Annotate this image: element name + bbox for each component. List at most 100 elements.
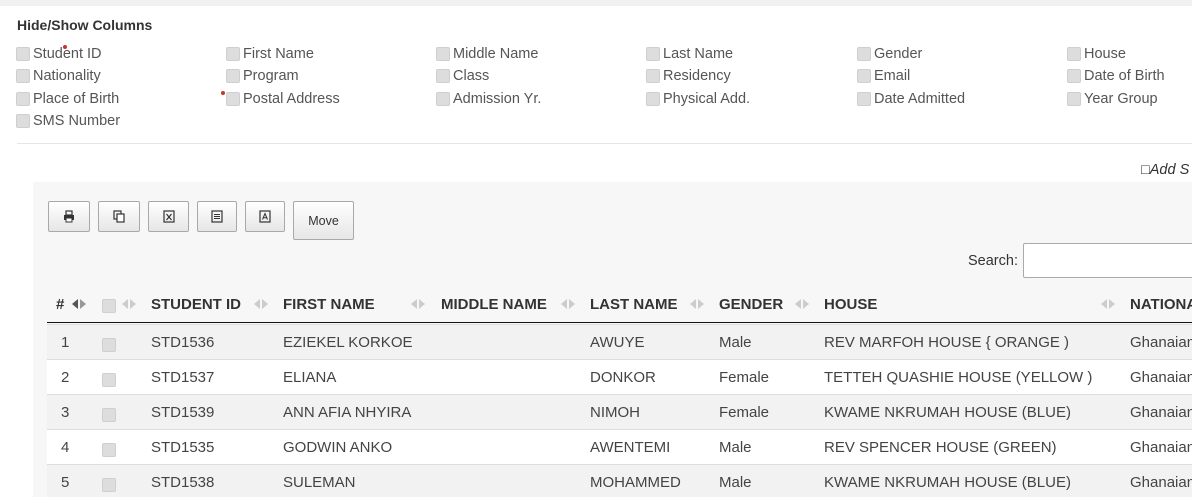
sort-icon[interactable] xyxy=(793,297,811,313)
column-header-7[interactable]: HOUSE xyxy=(824,296,877,313)
toggle-column-15[interactable]: Physical Add. xyxy=(646,91,750,107)
csv-button[interactable] xyxy=(197,201,237,232)
column-header-5[interactable]: LAST NAME xyxy=(590,296,678,313)
toggle-column-4[interactable]: Gender xyxy=(857,46,922,62)
toggle-column-13[interactable]: Postal Address xyxy=(226,91,340,107)
table-row[interactable]: 1 STD1536 EZIEKEL KORKOE AWUYE Male REV MARFO… xyxy=(47,324,1192,359)
column-checkbox-label: Date Admitted xyxy=(874,91,966,107)
table-cell: Ghanaian xyxy=(1130,404,1192,421)
column-checkbox[interactable] xyxy=(16,47,30,61)
table-row[interactable]: 2 STD1537 ELIANA DONKOR Female TETTEH QUASHIE… xyxy=(47,359,1192,394)
column-checkbox[interactable] xyxy=(436,69,450,83)
toggle-column-1[interactable]: First Name xyxy=(226,46,314,62)
column-checkbox[interactable] xyxy=(1067,92,1081,106)
column-header-0[interactable]: # xyxy=(56,296,64,313)
column-checkbox-label: Last Name xyxy=(663,46,734,62)
table-cell: ANN AFIA NHYIRA xyxy=(283,404,412,421)
table-cell: AWENTEMI xyxy=(590,439,671,456)
toggle-column-10[interactable]: Email xyxy=(857,68,910,84)
table-cell: Female xyxy=(719,404,770,421)
toggle-column-9[interactable]: Residency xyxy=(646,68,731,84)
sort-asc-icon[interactable] xyxy=(70,297,88,313)
sort-icon[interactable] xyxy=(1099,297,1117,313)
sort-icon[interactable] xyxy=(688,297,706,313)
excel-icon xyxy=(162,210,175,223)
column-checkbox[interactable] xyxy=(436,47,450,61)
column-header-3[interactable]: FIRST NAME xyxy=(283,296,375,313)
table-row[interactable]: 5 STD1538 SULEMAN MOHAMMED Male KWAME NKRUMAH… xyxy=(47,464,1192,497)
table-cell: REV MARFOH HOUSE { ORANGE ) xyxy=(824,334,1070,351)
column-checkbox[interactable] xyxy=(16,92,30,106)
column-header-4[interactable]: MIDDLE NAME xyxy=(441,296,547,313)
toggle-column-2[interactable]: Middle Name xyxy=(436,46,538,62)
printer-icon xyxy=(64,210,74,223)
column-header-2[interactable]: STUDENT ID xyxy=(151,296,241,313)
column-checkbox-label: Physical Add. xyxy=(663,91,751,107)
toggle-column-8[interactable]: Class xyxy=(436,68,489,84)
search-input[interactable] xyxy=(1023,243,1192,278)
column-checkbox-label: Class xyxy=(453,68,490,84)
move-button[interactable]: Move xyxy=(293,201,354,240)
column-header-6[interactable]: GENDER xyxy=(719,296,783,313)
row-checkbox[interactable] xyxy=(102,443,116,457)
table-cell: MOHAMMED xyxy=(590,474,681,491)
toggle-column-5[interactable]: House xyxy=(1067,46,1126,62)
column-checkbox[interactable] xyxy=(1067,47,1081,61)
copy-icon xyxy=(113,210,125,223)
column-checkbox[interactable] xyxy=(646,47,660,61)
column-checkbox-label: Nationality xyxy=(33,68,101,84)
column-checkbox[interactable] xyxy=(857,69,871,83)
column-header-8[interactable]: NATIONA xyxy=(1130,296,1192,313)
toggle-column-18[interactable]: SMS Number xyxy=(16,113,120,129)
column-checkbox[interactable] xyxy=(436,92,450,106)
print-button[interactable] xyxy=(48,201,90,232)
column-checkbox[interactable] xyxy=(226,47,240,61)
table-cell: EZIEKEL KORKOE xyxy=(283,334,413,351)
toggle-column-16[interactable]: Date Admitted xyxy=(857,91,965,107)
toggle-column-6[interactable]: Nationality xyxy=(16,68,101,84)
column-checkbox[interactable] xyxy=(16,114,30,128)
row-checkbox[interactable] xyxy=(102,478,116,492)
toggle-column-0[interactable]: Student ID xyxy=(16,46,102,62)
column-checkbox-label: Gender xyxy=(874,46,923,62)
toggle-column-7[interactable]: Program xyxy=(226,68,299,84)
column-checkbox-label: Date of Birth xyxy=(1084,68,1165,84)
column-checkbox[interactable] xyxy=(646,92,660,106)
column-checkbox[interactable] xyxy=(857,92,871,106)
toggle-column-3[interactable]: Last Name xyxy=(646,46,733,62)
section-divider xyxy=(17,143,1192,144)
pdf-button[interactable] xyxy=(245,201,285,232)
table-cell: Female xyxy=(719,369,770,386)
toggle-column-11[interactable]: Date of Birth xyxy=(1067,68,1165,84)
table-cell: KWAME NKRUMAH HOUSE (BLUE) xyxy=(824,474,1071,491)
row-checkbox[interactable] xyxy=(102,373,116,387)
table-cell: STD1535 xyxy=(151,439,215,456)
sort-icon[interactable] xyxy=(252,297,270,313)
pdf-icon xyxy=(259,210,271,223)
column-checkbox[interactable] xyxy=(226,92,240,106)
excel-button[interactable] xyxy=(148,201,189,232)
column-checkbox[interactable] xyxy=(1067,69,1081,83)
sort-icon[interactable] xyxy=(409,297,427,313)
toggle-column-14[interactable]: Admission Yr. xyxy=(436,91,541,107)
sort-icon[interactable] xyxy=(559,297,577,313)
table-cell: ELIANA xyxy=(283,369,337,386)
table-row[interactable]: 3 STD1539 ANN AFIA NHYIRA NIMOH Female KWAME … xyxy=(47,394,1192,429)
sort-icon[interactable] xyxy=(120,297,138,313)
table-cell: Ghanaian xyxy=(1130,369,1192,386)
column-checkbox[interactable] xyxy=(646,69,660,83)
column-checkbox-label: Year Group xyxy=(1084,91,1158,107)
row-checkbox[interactable] xyxy=(102,408,116,422)
row-checkbox[interactable] xyxy=(102,338,116,352)
column-checkbox[interactable] xyxy=(226,69,240,83)
column-checkbox-label: Postal Address xyxy=(243,91,340,107)
toggle-column-12[interactable]: Place of Birth xyxy=(16,91,119,107)
select-all-checkbox[interactable] xyxy=(102,299,116,313)
column-checkbox[interactable] xyxy=(857,47,871,61)
table-cell: DONKOR xyxy=(590,369,656,386)
table-row[interactable]: 4 STD1535 GODWIN ANKO AWENTEMI Male REV SPENC… xyxy=(47,429,1192,464)
copy-button[interactable] xyxy=(98,201,140,232)
add-student-link[interactable]: □Add S xyxy=(1141,162,1189,178)
column-checkbox[interactable] xyxy=(16,69,30,83)
toggle-column-17[interactable]: Year Group xyxy=(1067,91,1158,107)
